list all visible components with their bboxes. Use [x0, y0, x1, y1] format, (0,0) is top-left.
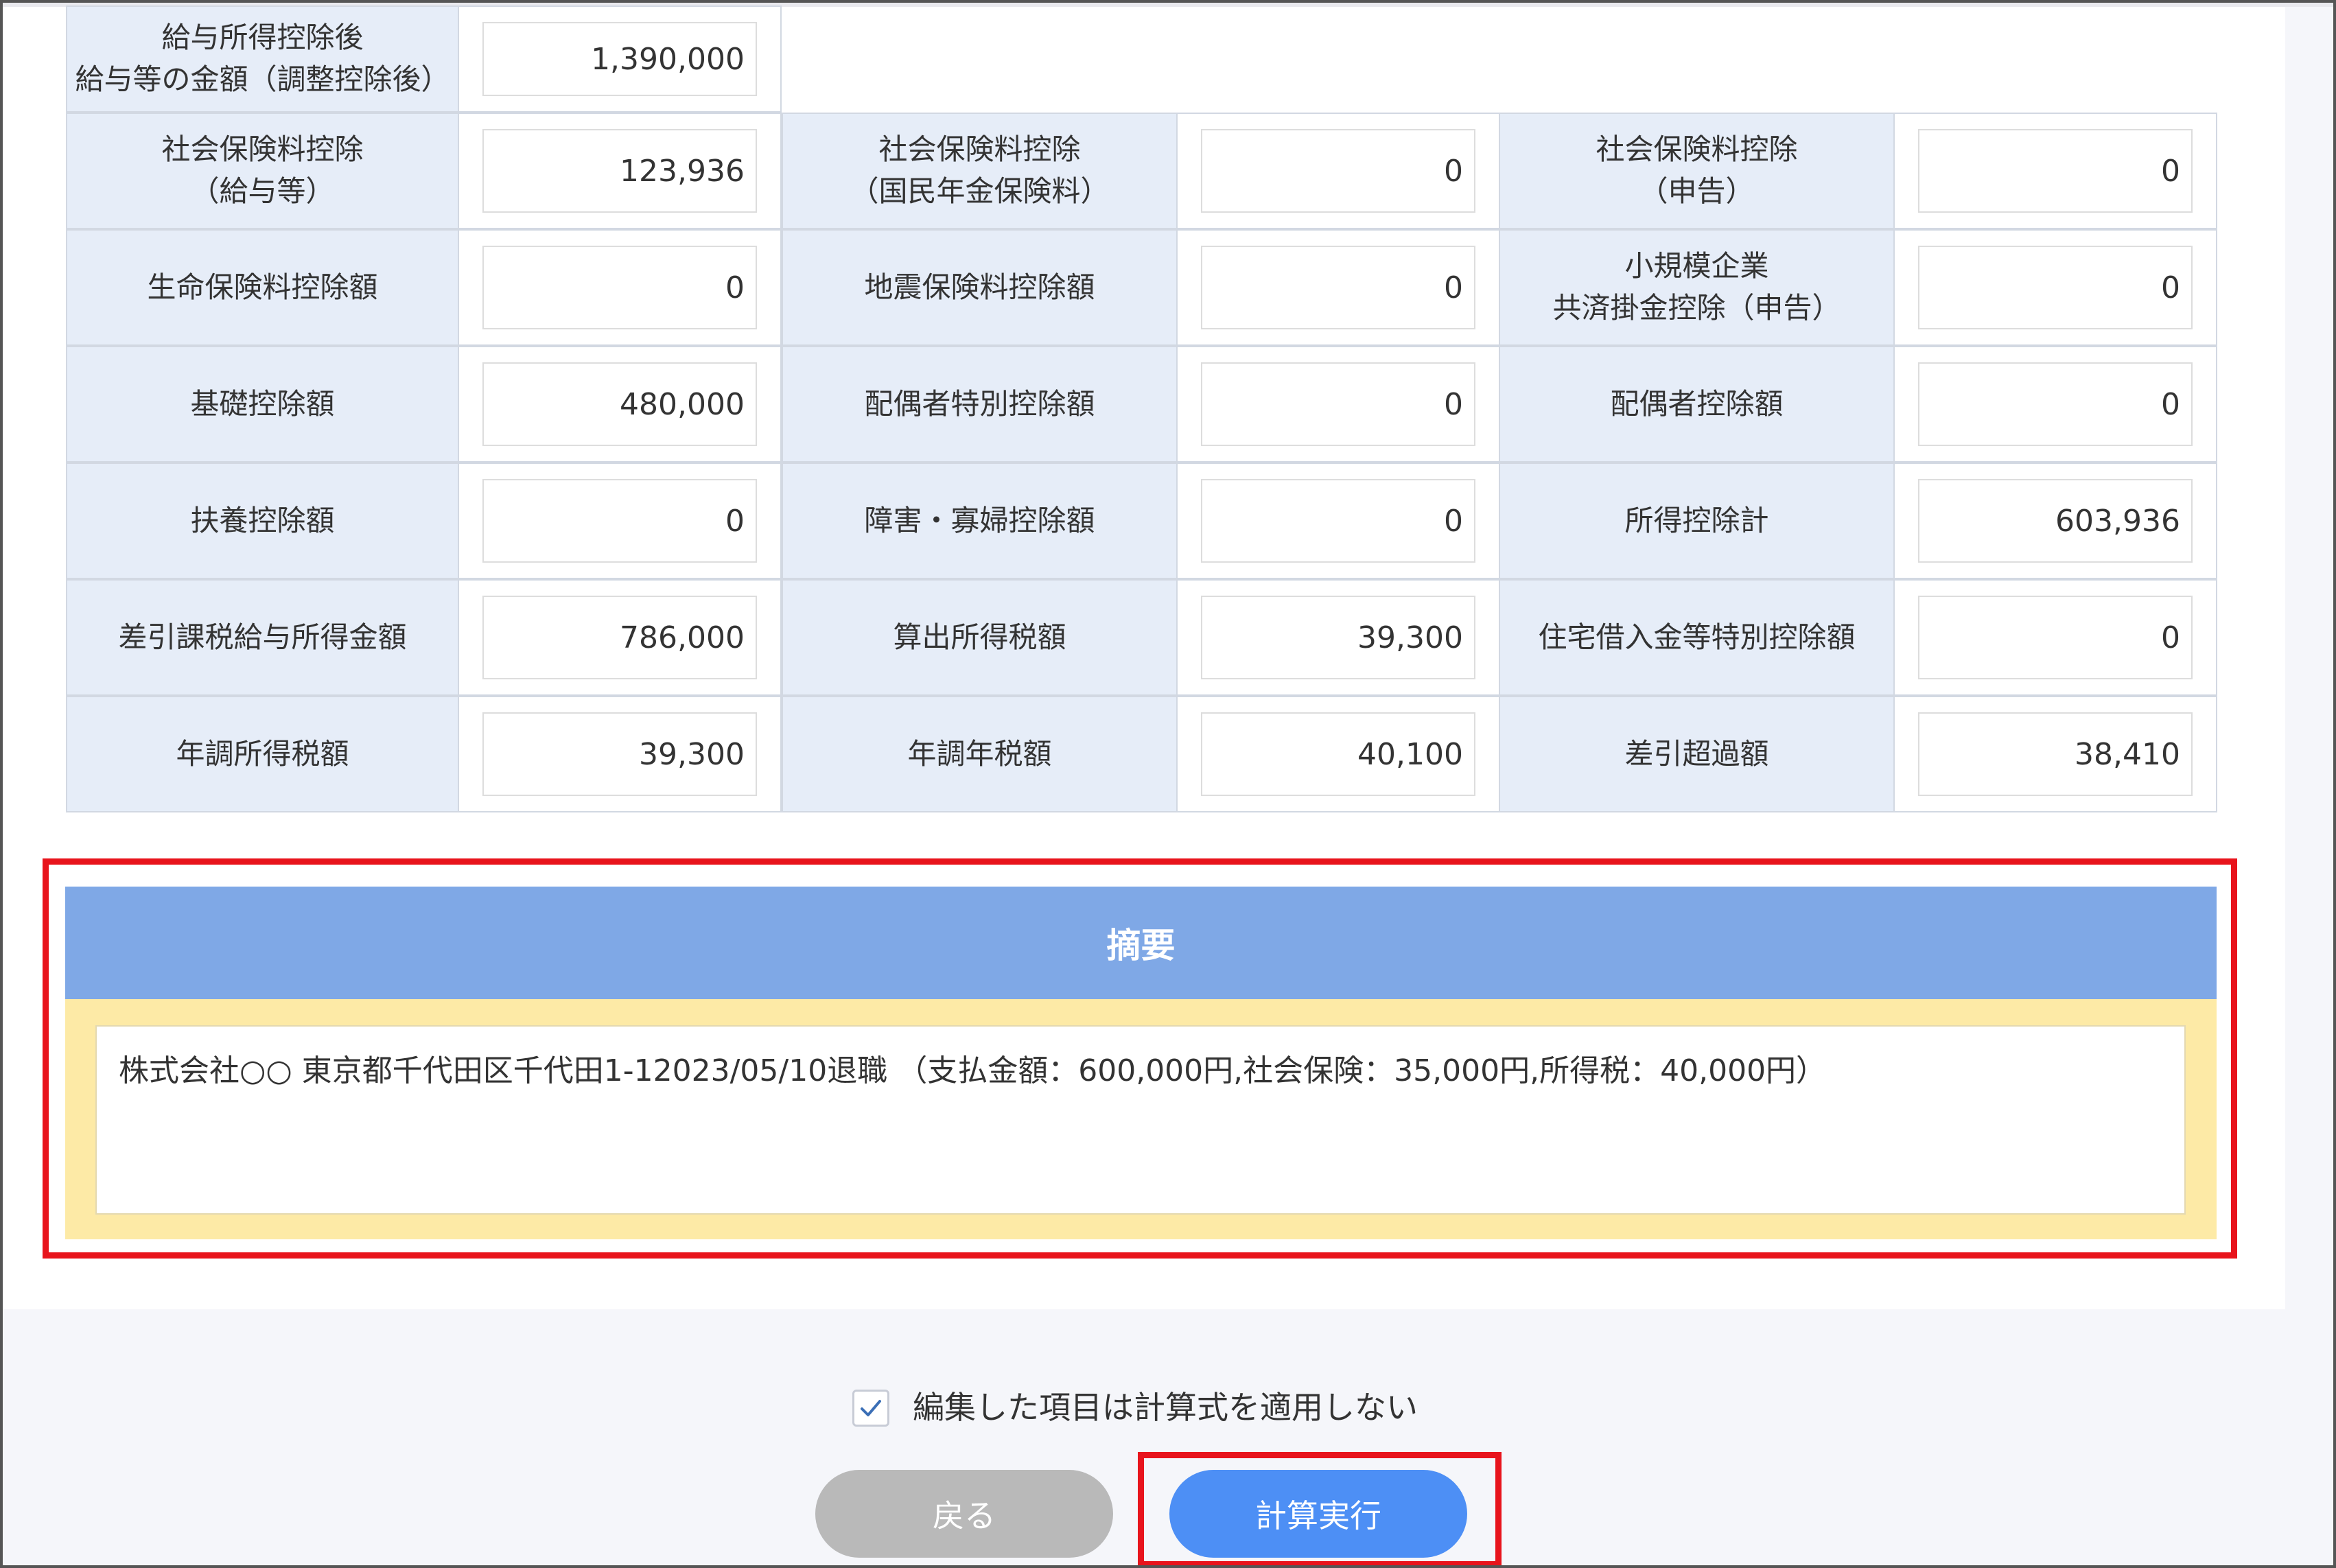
label-total-income-deduction: 所得控除計 [1499, 463, 1895, 579]
summary-textarea[interactable]: 株式会社○○ 東京都千代田区千代田1-12023/05/10退職 （支払金額：6… [95, 1025, 2186, 1215]
value-cell-basic-deduction: 480,000 [458, 346, 782, 463]
spouse-special-deduction-input[interactable]: 0 [1201, 362, 1475, 446]
excess-amount-input[interactable]: 38,410 [1918, 712, 2193, 796]
value-cell-social-insurance-salary: 123,936 [458, 113, 782, 229]
label-year-end-income-tax: 年調所得税額 [66, 696, 459, 812]
life-insurance-input[interactable]: 0 [482, 246, 757, 329]
basic-deduction-input[interactable]: 480,000 [482, 362, 757, 446]
social-insurance-pension-input[interactable]: 0 [1201, 129, 1475, 213]
value-cell-excess-amount: 38,410 [1893, 696, 2217, 812]
value-cell-total-income-deduction: 603,936 [1893, 463, 2217, 579]
value-cell-taxable-salary-income: 786,000 [458, 579, 782, 696]
spouse-deduction-input[interactable]: 0 [1918, 362, 2193, 446]
label-basic-deduction: 基礎控除額 [66, 346, 459, 463]
value-cell-small-business-mutual: 0 [1893, 229, 2217, 346]
value-cell-disability-widow-deduction: 0 [1176, 463, 1500, 579]
disability-widow-deduction-input[interactable]: 0 [1201, 479, 1475, 563]
label-earthquake-insurance: 地震保険料控除額 [782, 229, 1178, 346]
label-dependent-deduction: 扶養控除額 [66, 463, 459, 579]
label-disability-widow-deduction: 障害・寡婦控除額 [782, 463, 1178, 579]
label-spouse-special-deduction: 配偶者特別控除額 [782, 346, 1178, 463]
check-icon [861, 1400, 881, 1416]
social-insurance-salary-input[interactable]: 123,936 [482, 129, 757, 213]
year-end-income-tax-input[interactable]: 39,300 [482, 712, 757, 796]
back-button[interactable]: 戻る [815, 1470, 1113, 1558]
social-insurance-declared-input[interactable]: 0 [1918, 129, 2193, 213]
value-cell-housing-loan-deduction: 0 [1893, 579, 2217, 696]
label-salary-after-deduction: 給与所得控除後 給与等の金額（調整控除後） [66, 5, 459, 113]
label-housing-loan-deduction: 住宅借入金等特別控除額 [1499, 579, 1895, 696]
value-cell-life-insurance: 0 [458, 229, 782, 346]
label-social-insurance-declared: 社会保険料控除 （申告） [1499, 113, 1895, 229]
label-taxable-salary-income: 差引課税給与所得金額 [66, 579, 459, 696]
salary-after-deduction-input[interactable]: 1,390,000 [482, 22, 757, 96]
value-cell-salary-after-deduction: 1,390,000 [458, 5, 782, 113]
earthquake-insurance-input[interactable]: 0 [1201, 246, 1475, 329]
year-end-annual-tax-input[interactable]: 40,100 [1201, 712, 1475, 796]
taxable-salary-income-input[interactable]: 786,000 [482, 596, 757, 679]
dependent-deduction-input[interactable]: 0 [482, 479, 757, 563]
small-business-mutual-input[interactable]: 0 [1918, 246, 2193, 329]
total-income-deduction-input[interactable]: 603,936 [1918, 479, 2193, 563]
value-cell-year-end-income-tax: 39,300 [458, 696, 782, 812]
calculated-income-tax-input[interactable]: 39,300 [1201, 596, 1475, 679]
value-cell-spouse-special-deduction: 0 [1176, 346, 1500, 463]
label-social-insurance-salary: 社会保険料控除 （給与等） [66, 113, 459, 229]
apply-formula-label: 編集した項目は計算式を適用しない [913, 1389, 1418, 1426]
value-cell-social-insurance-declared: 0 [1893, 113, 2217, 229]
value-cell-social-insurance-pension: 0 [1176, 113, 1500, 229]
label-calculated-income-tax: 算出所得税額 [782, 579, 1178, 696]
summary-title: 摘要 [65, 887, 2217, 999]
value-cell-calculated-income-tax: 39,300 [1176, 579, 1500, 696]
summary-section: 株式会社○○ 東京都千代田区千代田1-12023/05/10退職 （支払金額：6… [65, 999, 2217, 1239]
label-spouse-deduction: 配偶者控除額 [1499, 346, 1895, 463]
label-life-insurance: 生命保険料控除額 [66, 229, 459, 346]
apply-formula-checkbox[interactable] [852, 1390, 889, 1427]
value-cell-spouse-deduction: 0 [1893, 346, 2217, 463]
housing-loan-deduction-input[interactable]: 0 [1918, 596, 2193, 679]
label-year-end-annual-tax: 年調年税額 [782, 696, 1178, 812]
calculate-button[interactable]: 計算実行 [1169, 1470, 1467, 1558]
label-excess-amount: 差引超過額 [1499, 696, 1895, 812]
label-social-insurance-pension: 社会保険料控除 （国民年金保険料） [782, 113, 1178, 229]
label-small-business-mutual: 小規模企業 共済掛金控除（申告） [1499, 229, 1895, 346]
value-cell-dependent-deduction: 0 [458, 463, 782, 579]
value-cell-earthquake-insurance: 0 [1176, 229, 1500, 346]
value-cell-year-end-annual-tax: 40,100 [1176, 696, 1500, 812]
